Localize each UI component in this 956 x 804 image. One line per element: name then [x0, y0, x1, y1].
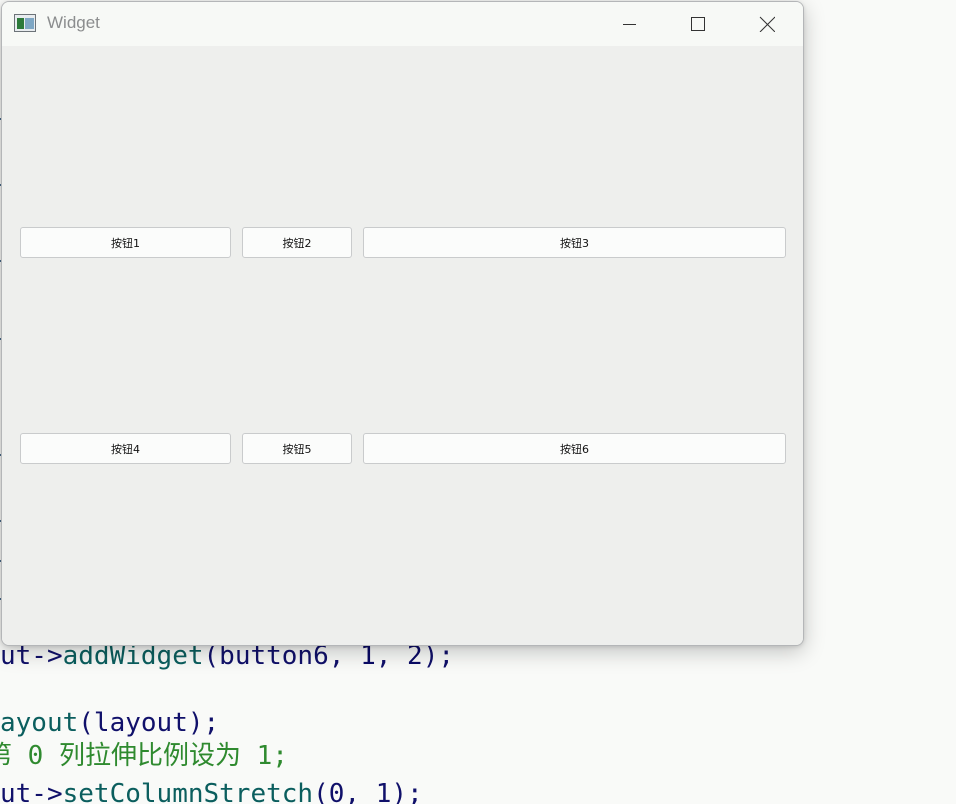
title-bar[interactable]: Widget: [2, 2, 803, 46]
code-line-set-layout: ayout(layout);: [0, 708, 219, 738]
code-line-set-column-stretch: ut->setColumnStretch(0, 1);: [0, 779, 423, 804]
close-button[interactable]: [744, 2, 790, 46]
button-4[interactable]: 按钮4: [20, 433, 231, 464]
grid-layout-area: 按钮1 按钮2 按钮3 按钮4 按钮5 按钮6: [2, 46, 803, 645]
window-title: Widget: [47, 13, 100, 32]
code-line-comment: 第 0 列拉伸比例设为 1;: [0, 741, 288, 771]
button-2[interactable]: 按钮2: [242, 227, 352, 258]
code-token: (layout);: [78, 708, 220, 738]
button-5[interactable]: 按钮5: [242, 433, 352, 464]
button-3[interactable]: 按钮3: [363, 227, 786, 258]
maximize-button[interactable]: [674, 2, 720, 46]
code-token-function: setColumnStretch: [62, 779, 314, 804]
code-token-function: ayout: [0, 708, 79, 738]
button-1[interactable]: 按钮1: [20, 227, 231, 258]
minimize-icon: [623, 24, 636, 25]
maximize-icon: [691, 17, 705, 31]
close-icon: [759, 16, 775, 32]
widget-window: Widget 按钮1 按钮2 按钮3 按钮4 按钮5 按钮6: [1, 1, 804, 646]
minimize-button[interactable]: [606, 2, 652, 46]
code-token: (0, 1);: [313, 779, 423, 804]
app-icon: [14, 14, 36, 32]
button-6[interactable]: 按钮6: [363, 433, 786, 464]
code-token: ut->: [0, 779, 63, 804]
